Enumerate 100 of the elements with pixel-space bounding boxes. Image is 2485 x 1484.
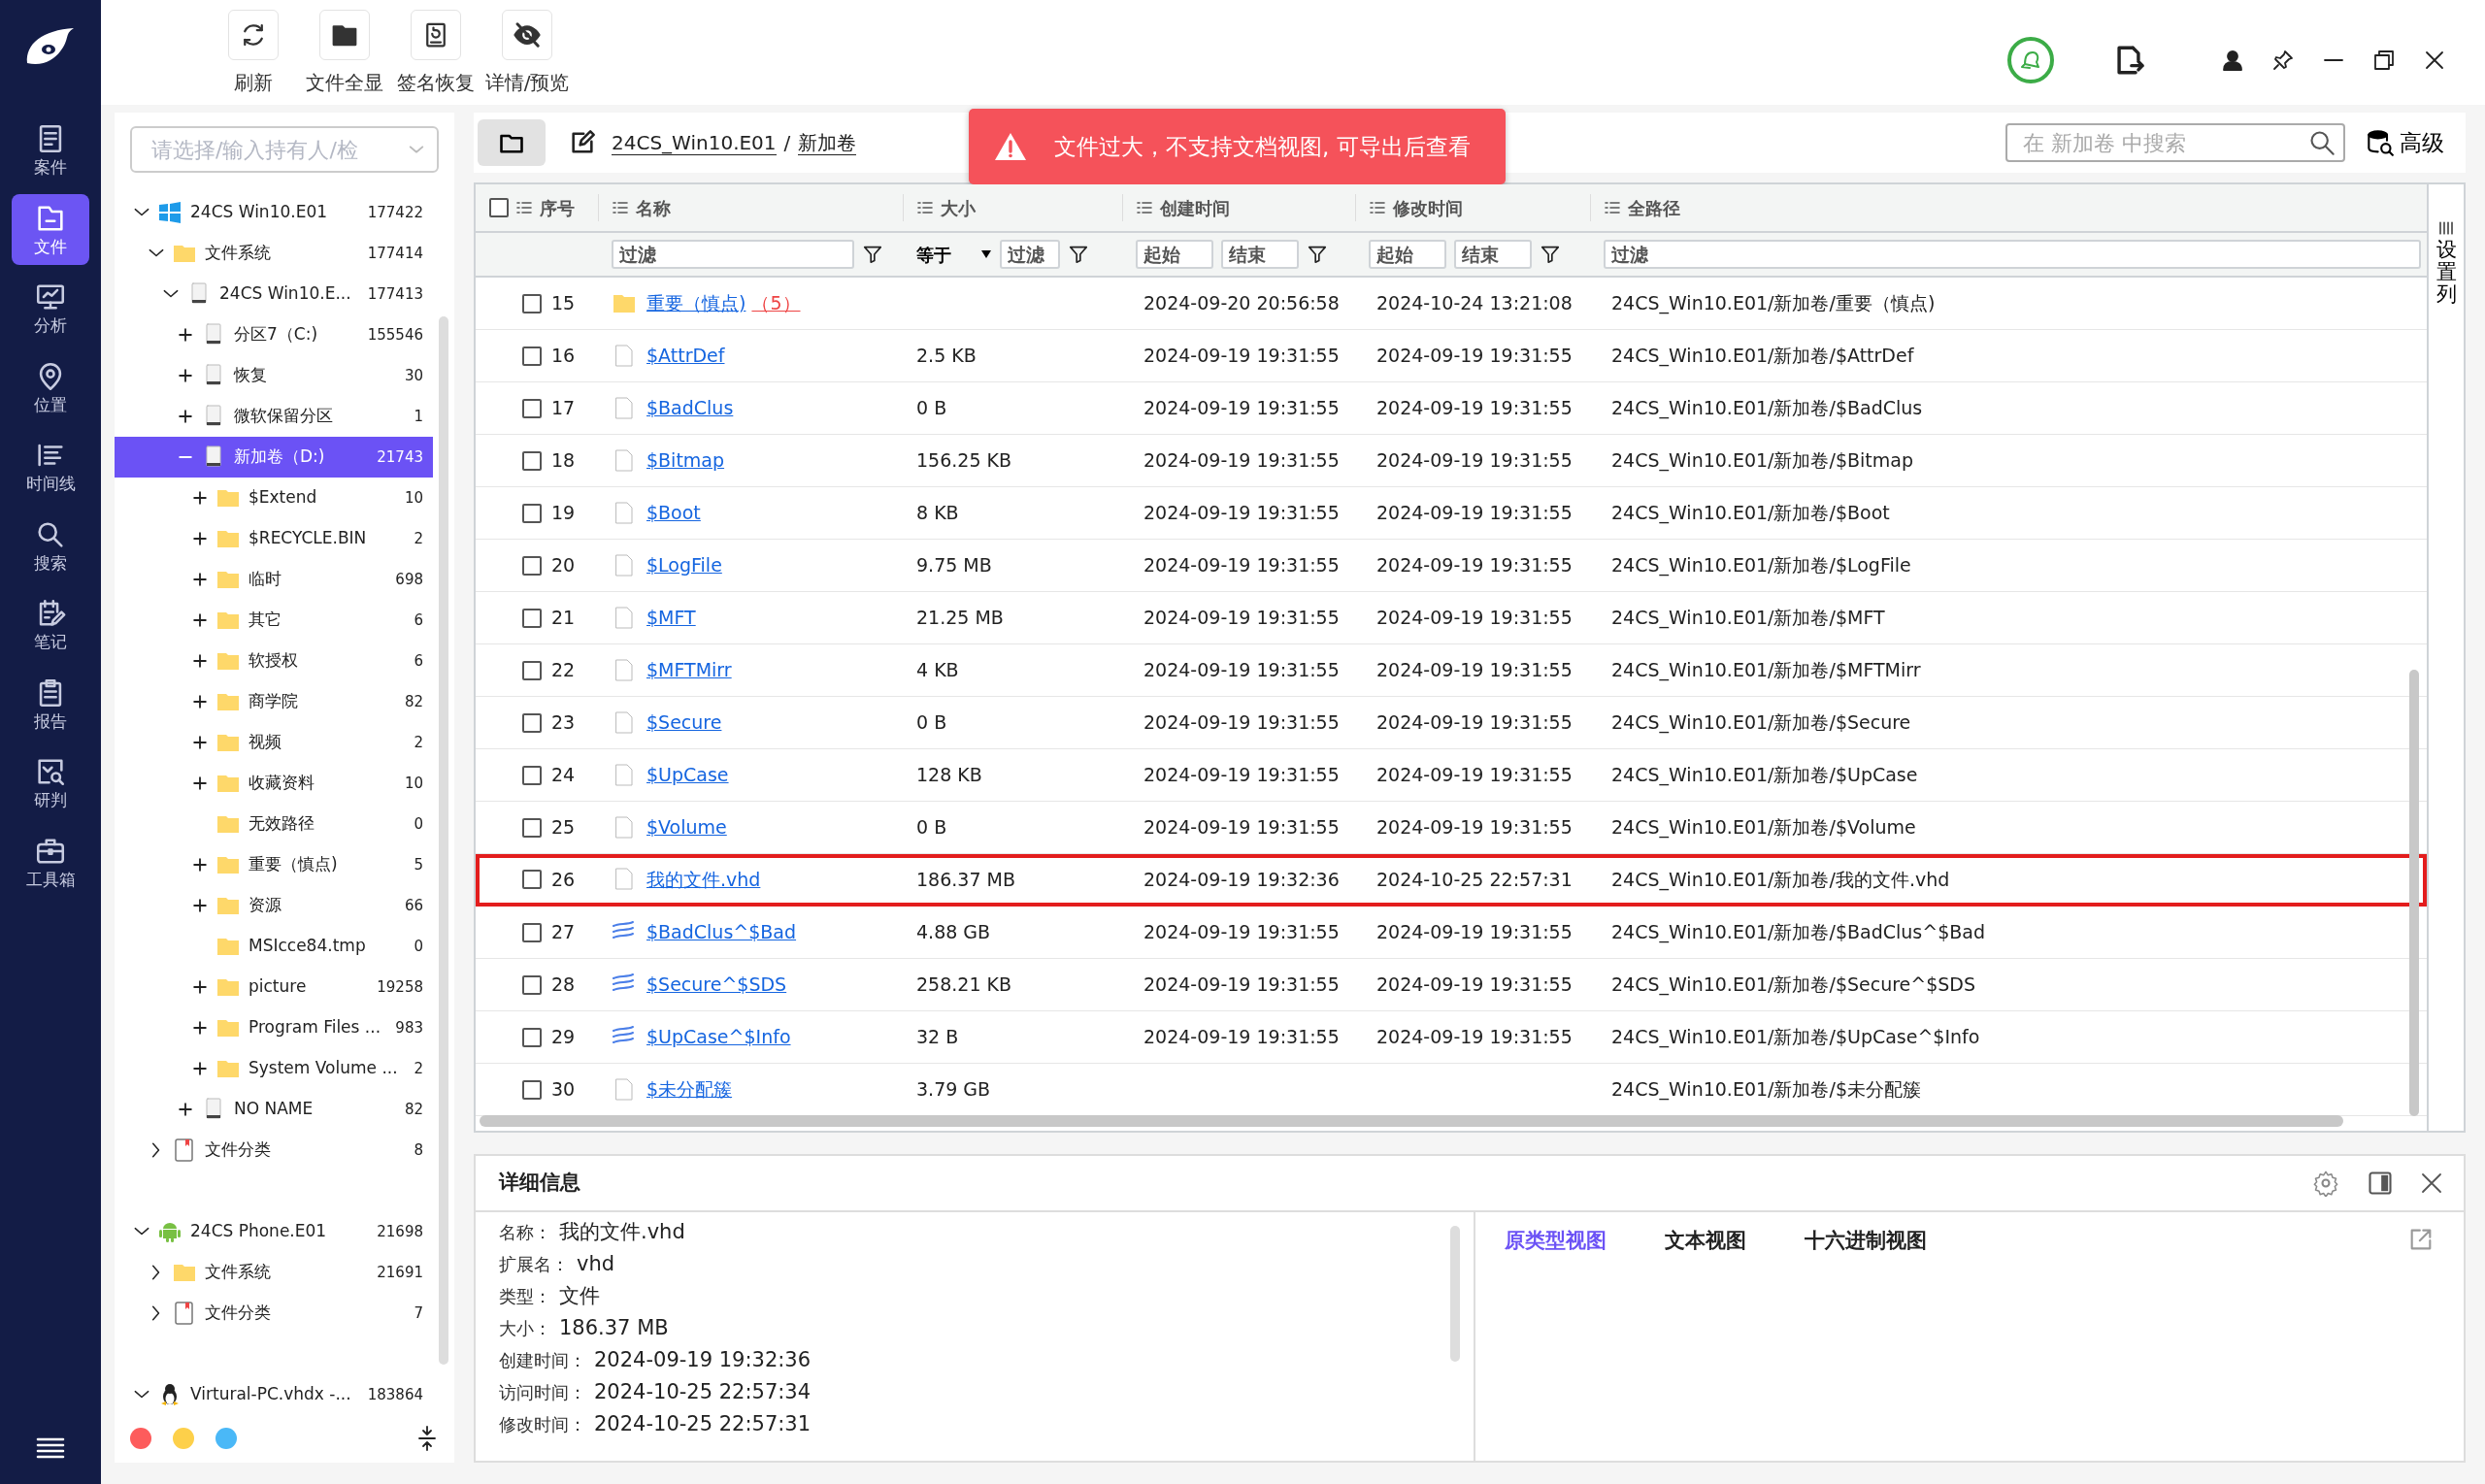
row-checkbox[interactable] xyxy=(522,608,542,628)
restore-window-icon[interactable] xyxy=(2372,49,2396,72)
tree-item[interactable]: picture 19258 xyxy=(115,967,433,1007)
file-name-link[interactable]: $Boot xyxy=(646,499,701,527)
file-name-link[interactable]: 重要（慎点) xyxy=(646,289,746,317)
row-checkbox[interactable] xyxy=(522,450,542,471)
file-name-link[interactable]: 我的文件.vhd xyxy=(646,865,761,894)
panel-layout-icon[interactable] xyxy=(2367,1170,2394,1197)
table-row[interactable]: 21 $MFT 21.25 MB 2024-09-19 19:31:55 2024-09-19 19:31:55 24CS_Win10.E01/新加卷/$MFT xyxy=(476,592,2427,644)
search-field[interactable]: 在 新加卷 中搜索 xyxy=(2005,123,2345,162)
edit-icon[interactable] xyxy=(569,129,596,156)
table-row[interactable]: 18 $Bitmap 156.25 KB 2024-09-19 19:31:55 2024-09-19 19:31:55 24CS_Win10.E01/新加卷/$Bitmap xyxy=(476,435,2427,487)
row-checkbox[interactable] xyxy=(522,817,542,838)
plus-icon[interactable] xyxy=(190,692,210,711)
table-row[interactable]: 19 $Boot 8 KB 2024-09-19 19:31:55 2024-09-19 19:31:55 24CS_Win10.E01/新加卷/$Boot xyxy=(476,487,2427,540)
file-name-link[interactable]: $AttrDef xyxy=(646,342,725,370)
file-name-link[interactable]: $LogFile xyxy=(646,551,722,579)
file-name-link[interactable]: $BadClus xyxy=(646,394,734,422)
tree-item[interactable]: 24CS Win10.E... 177413 xyxy=(115,274,433,314)
column-header[interactable]: 名称 xyxy=(636,194,671,221)
plus-icon[interactable] xyxy=(190,1018,210,1038)
file-name-link[interactable]: $Secure xyxy=(646,709,722,737)
filter-field[interactable]: 过滤 xyxy=(612,240,854,269)
color-tag-dot[interactable] xyxy=(130,1428,151,1449)
nav-item[interactable]: 工具箱 xyxy=(12,826,89,898)
tree-item[interactable]: 文件分类 7 xyxy=(115,1293,433,1334)
tree-item[interactable]: 24CS Win10.E01 177422 xyxy=(115,192,433,233)
filter-field[interactable]: 起始 xyxy=(1136,240,1213,269)
row-checkbox[interactable] xyxy=(522,503,542,523)
table-row[interactable]: 26 我的文件.vhd 186.37 MB 2024-09-19 19:32:36 2024-10-25 22:57:31 24CS_Win10.E01/新加卷/我的文件.vhd xyxy=(476,854,2427,907)
plus-icon[interactable] xyxy=(176,1100,195,1119)
table-row[interactable]: 20 $LogFile 9.75 MB 2024-09-19 19:31:55 2024-09-19 19:31:55 24CS_Win10.E01/新加卷/$LogFile xyxy=(476,540,2427,592)
breadcrumb-link[interactable]: 24CS_Win10.E01 xyxy=(612,130,777,155)
folder-view-button[interactable] xyxy=(478,119,546,166)
table-row[interactable]: 15 重要（慎点) （5） 2024-09-20 20:56:58 2024-10-24 13:21:08 24CS_Win10.E01/新加卷/重要（慎点) xyxy=(476,278,2427,330)
file-name-link[interactable]: $UpCase xyxy=(646,761,729,789)
plus-icon[interactable] xyxy=(190,733,210,752)
close-icon[interactable] xyxy=(2419,1171,2444,1196)
tree-item[interactable]: 重要（慎点) 5 xyxy=(115,844,433,885)
nav-item[interactable]: 案件 xyxy=(12,115,89,186)
tree-item[interactable]: 收藏资料 10 xyxy=(115,763,433,804)
tree-item[interactable]: Virtural-PC.vhdx -... 183864 xyxy=(115,1374,433,1415)
tree-item[interactable]: 文件系统 177414 xyxy=(115,233,433,274)
column-menu-icon[interactable] xyxy=(1605,201,1620,214)
filter-icon[interactable] xyxy=(862,244,883,265)
filter-field[interactable]: 过滤 xyxy=(1000,240,1060,269)
plus-icon[interactable] xyxy=(176,325,195,345)
tree-item[interactable]: 文件系统 21691 xyxy=(115,1252,433,1293)
pin-icon[interactable] xyxy=(2271,49,2295,72)
filter-field[interactable]: 过滤 xyxy=(1604,240,2421,269)
row-checkbox[interactable] xyxy=(522,712,542,733)
nav-item[interactable]: 位置 xyxy=(12,351,89,423)
nav-item[interactable]: 报告 xyxy=(12,668,89,740)
tree-item[interactable]: 视频 2 xyxy=(115,722,433,763)
filter-field[interactable]: 结束 xyxy=(1221,240,1299,269)
file-name-link[interactable]: $Secure^$SDS xyxy=(646,971,787,999)
scrollbar[interactable] xyxy=(480,1115,2343,1127)
tree-item[interactable]: 商学院 82 xyxy=(115,681,433,722)
column-menu-icon[interactable] xyxy=(917,201,933,214)
column-header[interactable]: 修改时间 xyxy=(1393,194,1463,221)
toolbar-button[interactable]: 文件全显 xyxy=(299,10,390,97)
tree-item[interactable]: 新加卷（D:) 21743 xyxy=(115,437,433,478)
owner-select[interactable]: 请选择/输入持有人/检 xyxy=(130,126,439,173)
nav-item[interactable]: 分析 xyxy=(12,273,89,345)
column-header[interactable]: 创建时间 xyxy=(1160,194,1230,221)
filter-field[interactable]: 结束 xyxy=(1454,240,1532,269)
tree-item[interactable]: System Volume ... 2 xyxy=(115,1048,433,1089)
select-all-checkbox[interactable] xyxy=(489,198,509,217)
plus-icon[interactable] xyxy=(190,529,210,548)
row-checkbox[interactable] xyxy=(522,555,542,576)
filter-icon[interactable] xyxy=(1540,244,1561,265)
user-icon[interactable] xyxy=(2221,49,2244,72)
tree-item[interactable]: Program Files ... 983 xyxy=(115,1007,433,1048)
close-icon[interactable] xyxy=(2423,49,2446,72)
view-tab[interactable]: 十六进制视图 xyxy=(1805,1226,1927,1257)
item-count-link[interactable]: （5） xyxy=(751,289,801,317)
row-checkbox[interactable] xyxy=(522,922,542,942)
row-checkbox[interactable] xyxy=(522,974,542,995)
plus-icon[interactable] xyxy=(190,855,210,874)
tree-item[interactable]: 资源 66 xyxy=(115,885,433,926)
settings-icon[interactable] xyxy=(2312,1170,2339,1197)
plus-icon[interactable] xyxy=(190,896,210,915)
toolbar-button[interactable]: 签名恢复 xyxy=(390,10,481,97)
nav-item[interactable]: 笔记 xyxy=(12,589,89,661)
tree-item[interactable]: 临时 698 xyxy=(115,559,433,600)
plus-icon[interactable] xyxy=(190,651,210,671)
advanced-search-button[interactable]: 高级 xyxy=(2361,124,2450,161)
table-row[interactable]: 17 $BadClus 0 B 2024-09-19 19:31:55 2024-09-19 19:31:55 24CS_Win10.E01/新加卷/$BadClus xyxy=(476,382,2427,435)
plus-icon[interactable] xyxy=(190,774,210,793)
tree-item[interactable]: 微软保留分区 1 xyxy=(115,396,433,437)
tree-item[interactable]: 软授权 6 xyxy=(115,641,433,681)
row-checkbox[interactable] xyxy=(522,660,542,680)
view-tab[interactable]: 原类型视图 xyxy=(1505,1226,1607,1257)
column-menu-icon[interactable] xyxy=(1137,201,1152,214)
view-tab[interactable]: 文本视图 xyxy=(1665,1226,1746,1257)
row-checkbox[interactable] xyxy=(522,398,542,418)
plus-icon[interactable] xyxy=(190,977,210,997)
file-name-link[interactable]: $未分配簇 xyxy=(646,1075,733,1104)
plus-icon[interactable] xyxy=(190,610,210,630)
row-checkbox[interactable] xyxy=(522,346,542,366)
